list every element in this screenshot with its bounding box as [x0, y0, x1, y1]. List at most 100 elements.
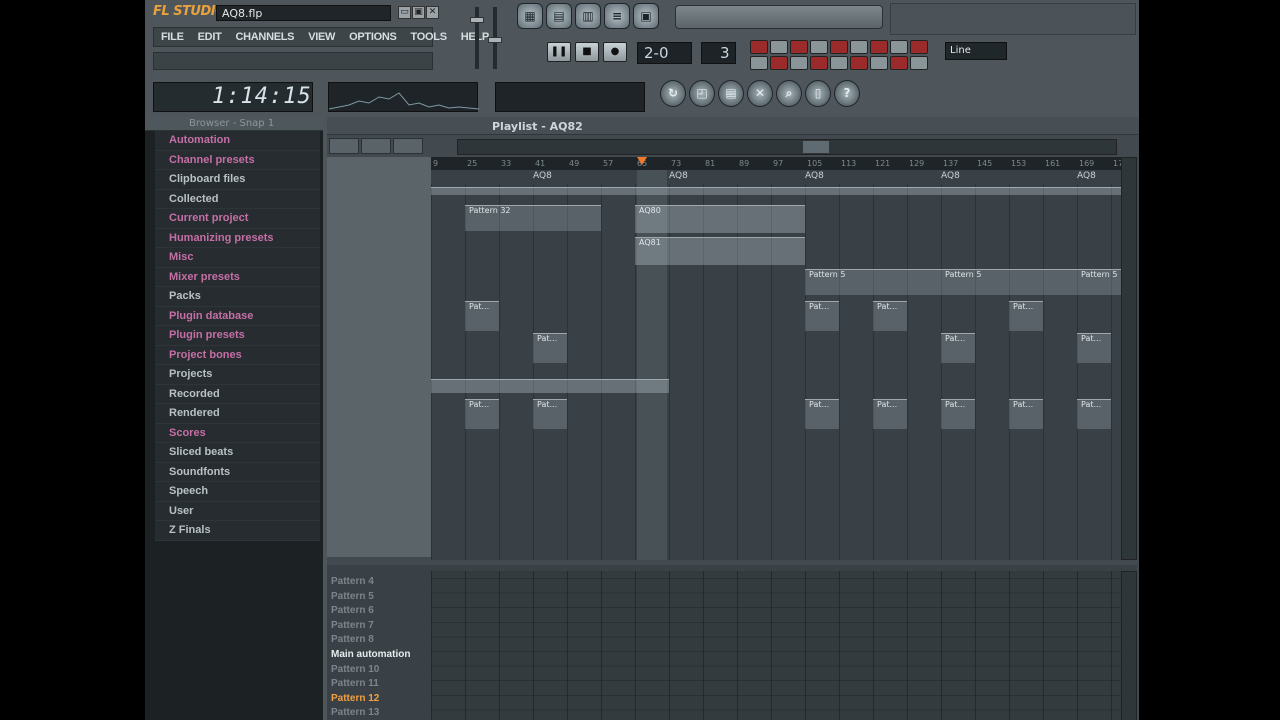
slider-knob[interactable] [470, 17, 484, 23]
pattern-clip[interactable]: Pat... [1009, 301, 1043, 331]
pattern-clip[interactable]: Pat... [533, 333, 567, 363]
pattern-row-label[interactable]: Pattern 4 [327, 575, 427, 590]
mixer-icon[interactable]: ≡ [604, 3, 630, 29]
song-marker[interactable]: AQ8 [941, 171, 960, 181]
browser-folder[interactable]: Plugin presets [155, 326, 320, 346]
rec-toggle[interactable] [810, 40, 828, 54]
plugin-picker-icon[interactable]: ↻ [660, 80, 686, 107]
restore-icon[interactable]: ▣ [412, 6, 425, 19]
rec-toggle[interactable] [910, 56, 928, 70]
pattern-row-label[interactable]: Pattern 8 [327, 633, 427, 648]
mixer-slot-icon[interactable]: ▤ [718, 80, 744, 107]
rec-toggle[interactable] [830, 40, 848, 54]
browser-folder[interactable]: Soundfonts [155, 462, 320, 482]
pattern-clip[interactable]: Pat... [1077, 333, 1111, 363]
browser-folder[interactable]: Mixer presets [155, 267, 320, 287]
rec-toggle[interactable] [850, 40, 868, 54]
snap-select[interactable]: Line [945, 42, 1007, 60]
song-position-display[interactable]: 1:14:15 [153, 82, 313, 112]
rec-toggle[interactable] [870, 56, 888, 70]
minimize-icon[interactable]: ▭ [398, 6, 411, 19]
record-button[interactable]: ● [603, 42, 627, 62]
song-marker[interactable]: AQ8 [669, 171, 688, 181]
step-sequencer-icon[interactable]: ▥ [575, 3, 601, 29]
pattern-clip[interactable]: Pat... [873, 301, 907, 331]
browser-folder[interactable]: Project bones [155, 345, 320, 365]
browser-folder[interactable]: Channel presets [155, 150, 320, 170]
pattern-clip[interactable]: Pat... [465, 301, 499, 331]
rec-toggle[interactable] [770, 56, 788, 70]
pattern-clip[interactable]: Pat... [465, 399, 499, 429]
rec-toggle[interactable] [850, 56, 868, 70]
song-marker[interactable]: AQ8 [533, 171, 552, 181]
pattern-number-display[interactable]: 3 [701, 42, 736, 64]
pattern-row-label[interactable]: Main automation [327, 648, 427, 663]
pattern-clip[interactable]: Pattern 32 [465, 205, 601, 231]
piano-roll-icon[interactable]: ▤ [546, 3, 572, 29]
audio-clip[interactable]: AQ80 [635, 205, 805, 233]
browser-folder[interactable]: Z Finals [155, 521, 320, 541]
song-marker[interactable]: AQ8 [805, 171, 824, 181]
pattern-grid[interactable] [431, 571, 1121, 720]
rec-toggle[interactable] [870, 40, 888, 54]
audio-clip-strip[interactable] [431, 379, 669, 393]
pattern-vertical-scrollbar[interactable] [1121, 571, 1137, 720]
rec-toggle[interactable] [750, 56, 768, 70]
browser-folder[interactable]: Rendered [155, 404, 320, 424]
pause-button[interactable]: ❚❚ [547, 42, 571, 62]
browser-folder[interactable]: Packs [155, 287, 320, 307]
browser-folder[interactable]: Clipboard files [155, 170, 320, 190]
pattern-clip[interactable]: Pat... [941, 333, 975, 363]
rec-toggle[interactable] [810, 56, 828, 70]
pattern-row-label[interactable]: Pattern 6 [327, 604, 427, 619]
rec-toggle[interactable] [790, 56, 808, 70]
rec-toggle[interactable] [830, 56, 848, 70]
audio-clip-strip[interactable] [431, 187, 1121, 195]
horizontal-scroll-thumb[interactable] [803, 141, 829, 153]
rec-toggle[interactable] [770, 40, 788, 54]
paint-tool-icon[interactable] [361, 138, 391, 154]
browser-folder[interactable]: Current project [155, 209, 320, 229]
browser-folder[interactable]: User [155, 501, 320, 521]
slider-knob[interactable] [488, 37, 502, 43]
rec-toggle[interactable] [790, 40, 808, 54]
stop-button[interactable]: ■ [575, 42, 599, 62]
pattern-row-label[interactable]: Pattern 10 [327, 663, 427, 678]
one-click-audio-icon[interactable]: ▯ [805, 80, 831, 107]
browser-folder[interactable]: Sliced beats [155, 443, 320, 463]
menu-view[interactable]: VIEW [301, 28, 342, 46]
browser-folder[interactable]: Automation [155, 131, 320, 151]
pattern-row-label[interactable]: Pattern 7 [327, 619, 427, 634]
channel-settings-icon[interactable]: ◰ [689, 80, 715, 107]
pattern-clip[interactable]: Pattern 5 [805, 269, 941, 295]
pattern-row-label[interactable]: Pattern 11 [327, 677, 427, 692]
help-icon[interactable]: ? [834, 80, 860, 107]
plugin-search-box[interactable] [675, 5, 883, 29]
horizontal-scrollbar[interactable] [457, 139, 1117, 155]
audio-clip[interactable]: AQ81 [635, 237, 805, 265]
browser-folder[interactable]: Misc [155, 248, 320, 268]
vertical-scrollbar[interactable] [1121, 157, 1137, 560]
pattern-clip[interactable]: Pat... [1009, 399, 1043, 429]
draw-tool-icon[interactable] [329, 138, 359, 154]
pattern-row-label[interactable]: Pattern 13 [327, 706, 427, 720]
pattern-row-label[interactable]: Pattern 12 [327, 692, 427, 707]
menu-options[interactable]: OPTIONS [342, 28, 403, 46]
pattern-clip[interactable]: Pat... [873, 399, 907, 429]
pattern-clip[interactable]: Pattern 5 [941, 269, 1077, 295]
browser-folder[interactable]: Recorded [155, 384, 320, 404]
pattern-clip[interactable]: Pattern 5 [1077, 269, 1121, 295]
song-marker[interactable]: AQ8 [1077, 171, 1096, 181]
timeline-ruler[interactable]: 9 25 33 41 49 57 65 73 81 89 97 105 113 121 129 137 145 1… [431, 157, 1121, 170]
pattern-clip[interactable]: Pat... [1077, 399, 1111, 429]
browser-folder[interactable]: Speech [155, 482, 320, 502]
search-plugin-icon[interactable]: ⌕ [776, 80, 802, 107]
browser-folder[interactable]: Plugin database [155, 306, 320, 326]
browser-folder[interactable]: Collected [155, 189, 320, 209]
browser-icon[interactable]: ▣ [633, 3, 659, 29]
rec-toggle[interactable] [890, 56, 908, 70]
slice-tool-icon[interactable] [393, 138, 423, 154]
playlist-grid[interactable]: 9 25 33 41 49 57 65 73 81 89 97 105 113 121 129 137 145 1… [431, 157, 1121, 560]
playlist-icon[interactable]: ▦ [517, 3, 543, 29]
rec-toggle[interactable] [750, 40, 768, 54]
